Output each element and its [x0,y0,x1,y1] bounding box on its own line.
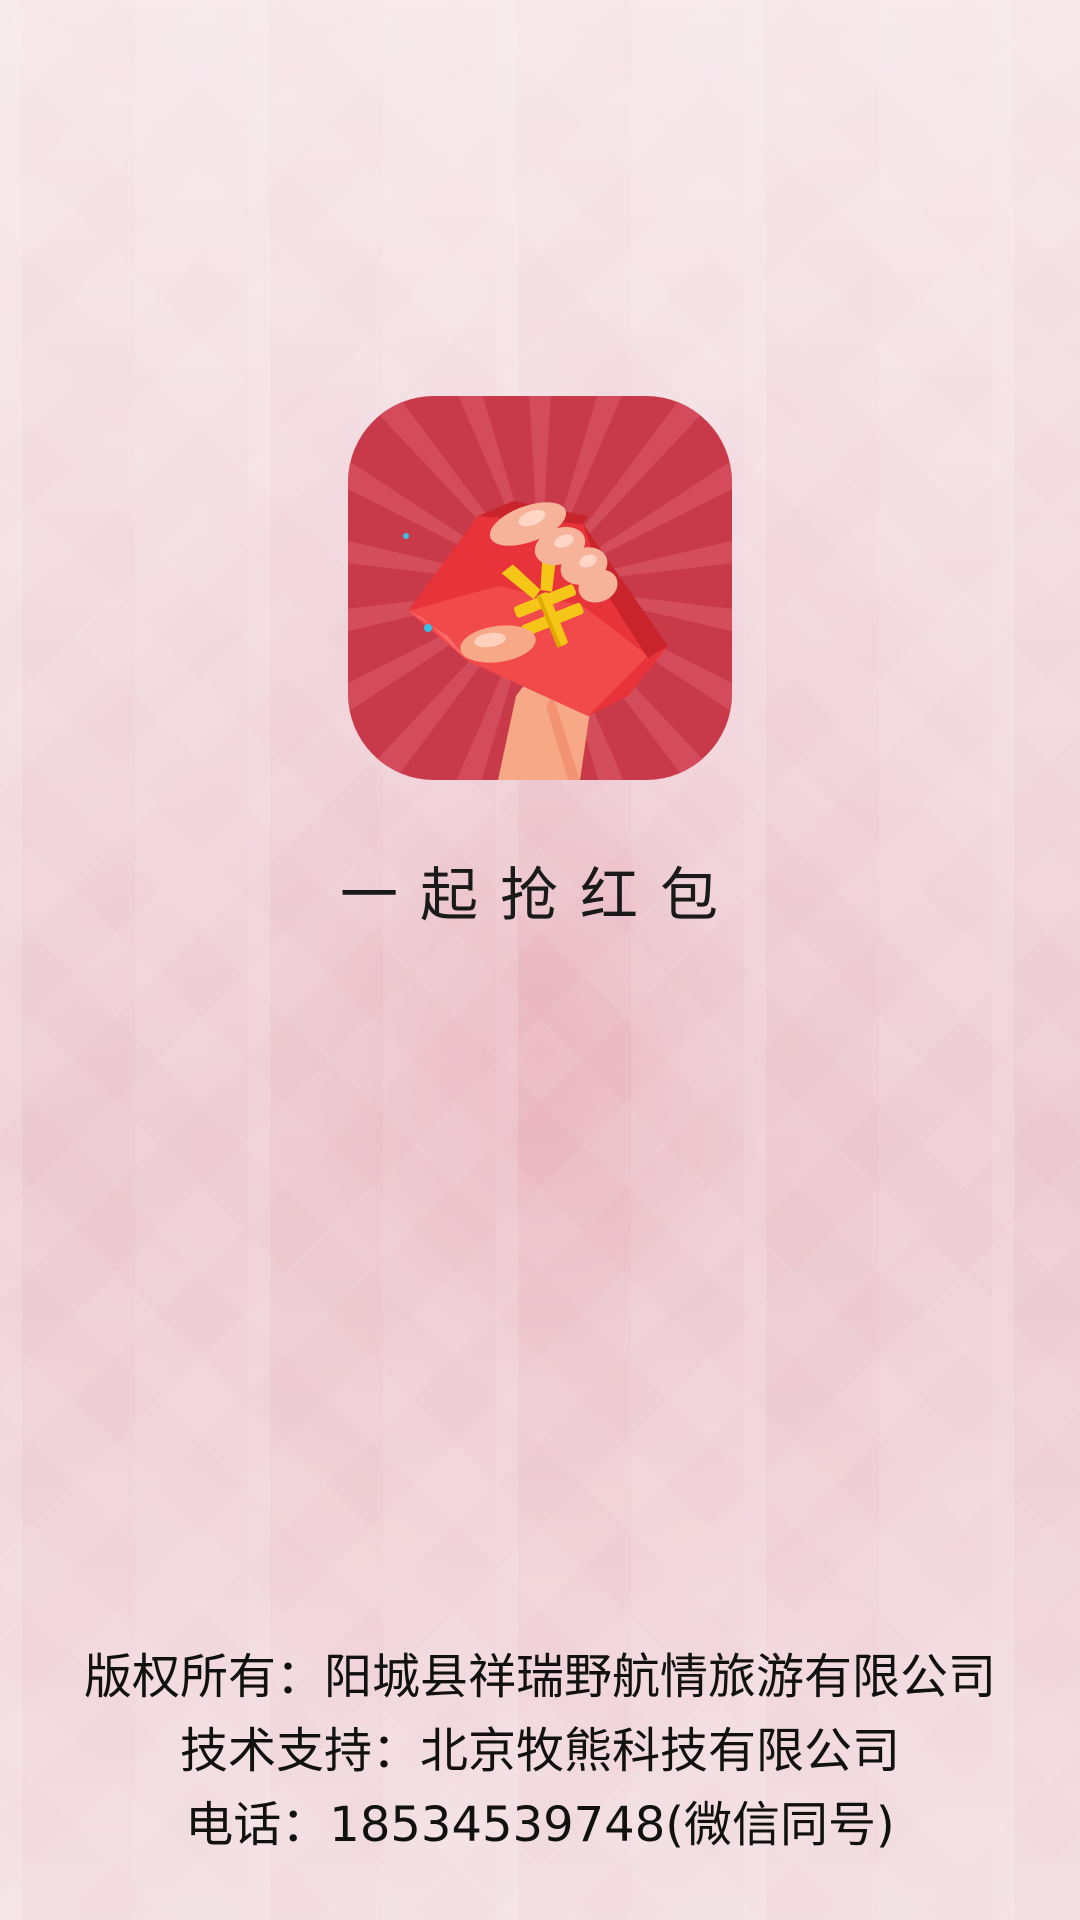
red-envelope-hand-icon [348,396,732,780]
phone-text: 电话：18534539748(微信同号) [185,1797,895,1853]
tech-support-text: 技术支持：北京牧熊科技有限公司 [179,1723,900,1779]
footer: 版权所有：阳城县祥瑞野航情旅游有限公司 技术支持：北京牧熊科技有限公司 电话：1… [0,1640,1080,1862]
copyright-text: 版权所有：阳城县祥瑞野航情旅游有限公司 [83,1649,996,1705]
app-name: 一起抢红包 [339,861,740,929]
background-pattern [0,0,1080,1920]
